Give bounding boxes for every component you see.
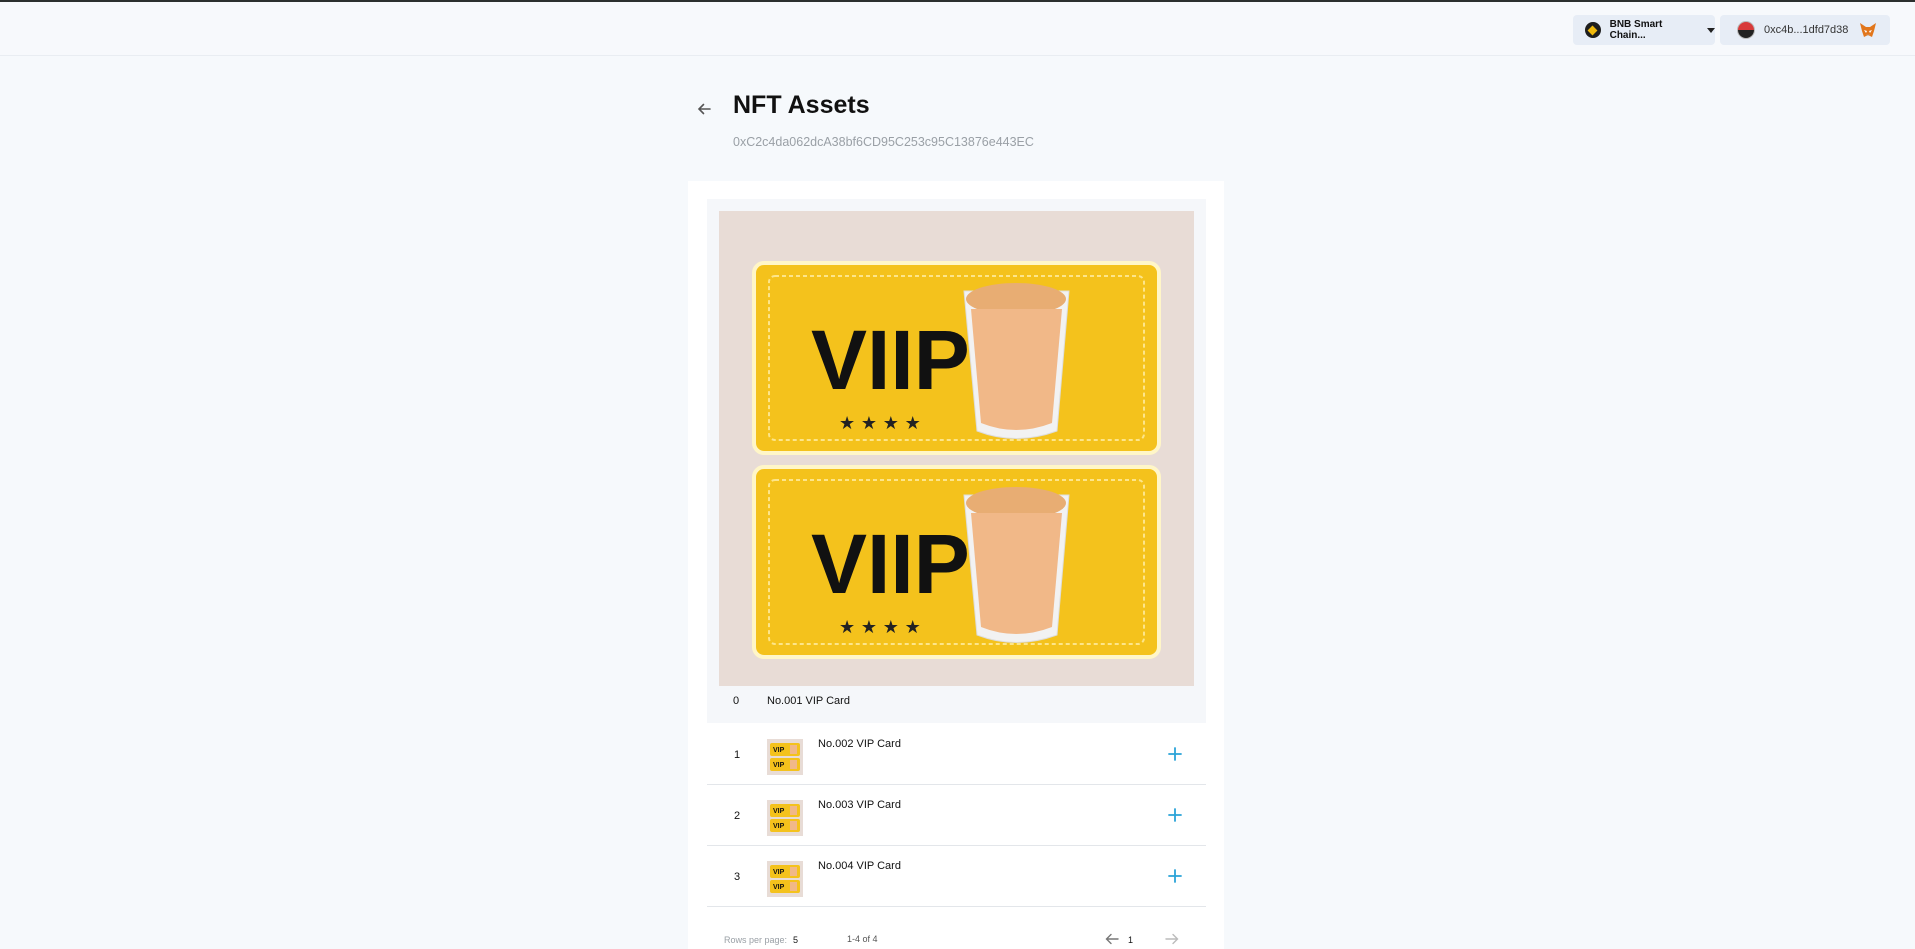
row-index: 2 (734, 810, 741, 822)
network-label: BNB Smart Chain... (1609, 19, 1663, 41)
chevron-down-icon (1707, 27, 1715, 33)
top-bar: BNB Smart Chain... 0xc4b...1dfd7d38 (0, 2, 1915, 56)
table-row[interactable]: 2 VIP VIP No.003 VIP Card (707, 785, 1206, 846)
add-icon[interactable] (1165, 805, 1185, 825)
nft-thumbnail: VIP VIP (767, 739, 803, 775)
arrow-left-icon (697, 103, 711, 115)
add-icon[interactable] (1165, 866, 1185, 886)
ticket-text: VIIP (811, 517, 970, 611)
selected-index: 0 (733, 695, 740, 707)
rows-per-page-label: Rows per page: (724, 935, 788, 945)
nft-thumbnail: VIP VIP (767, 861, 803, 897)
svg-text:★ ★ ★ ★: ★ ★ ★ ★ (839, 617, 921, 638)
svg-text:VIP: VIP (773, 823, 785, 830)
svg-text:VIP: VIP (773, 762, 785, 769)
svg-text:VIP: VIP (773, 747, 785, 754)
metamask-fox-icon (1860, 23, 1877, 37)
svg-text:VIP: VIP (773, 808, 785, 815)
add-icon[interactable] (1165, 744, 1185, 764)
nft-image: VIIP ★ ★ ★ ★ VIIP ★ ★ ★ ★ (719, 211, 1194, 686)
row-index: 3 (734, 871, 741, 883)
row-index: 1 (734, 749, 741, 761)
back-button[interactable] (692, 97, 716, 121)
table-row[interactable]: 1 VIP VIP No.002 VIP Card (707, 724, 1206, 785)
rows-per-page-select[interactable]: 5 (793, 935, 798, 945)
svg-text:★ ★ ★ ★: ★ ★ ★ ★ (839, 413, 921, 434)
pagination-range: 1-4 of 4 (847, 934, 878, 944)
bnb-icon (1585, 22, 1601, 38)
vip-ticket-bottom: VIIP ★ ★ ★ ★ (752, 465, 1161, 659)
prev-page-button[interactable] (1104, 932, 1120, 946)
page-title: NFT Assets (733, 91, 870, 119)
vip-ticket-top: VIIP ★ ★ ★ ★ (752, 261, 1161, 455)
svg-text:VIP: VIP (773, 869, 785, 876)
nft-thumbnail: VIP VIP (767, 800, 803, 836)
wallet-button[interactable]: 0xc4b...1dfd7d38 (1720, 15, 1890, 45)
row-name: No.004 VIP Card (818, 860, 901, 872)
contract-address: 0xC2c4da062dcA38bf6CD95C253c95C13876e443… (733, 135, 1034, 149)
row-name: No.003 VIP Card (818, 799, 901, 811)
page-number: 1 (1128, 935, 1134, 945)
avatar (1737, 21, 1755, 39)
svg-text:VIP: VIP (773, 884, 785, 891)
next-page-button[interactable] (1164, 932, 1180, 946)
wallet-address: 0xc4b...1dfd7d38 (1764, 24, 1849, 36)
network-selector[interactable]: BNB Smart Chain... (1573, 15, 1715, 45)
table-row[interactable]: 3 VIP VIP No.004 VIP Card (707, 846, 1206, 907)
row-name: No.002 VIP Card (818, 738, 901, 750)
selected-name: No.001 VIP Card (767, 695, 850, 707)
ticket-text: VIIP (811, 313, 970, 407)
